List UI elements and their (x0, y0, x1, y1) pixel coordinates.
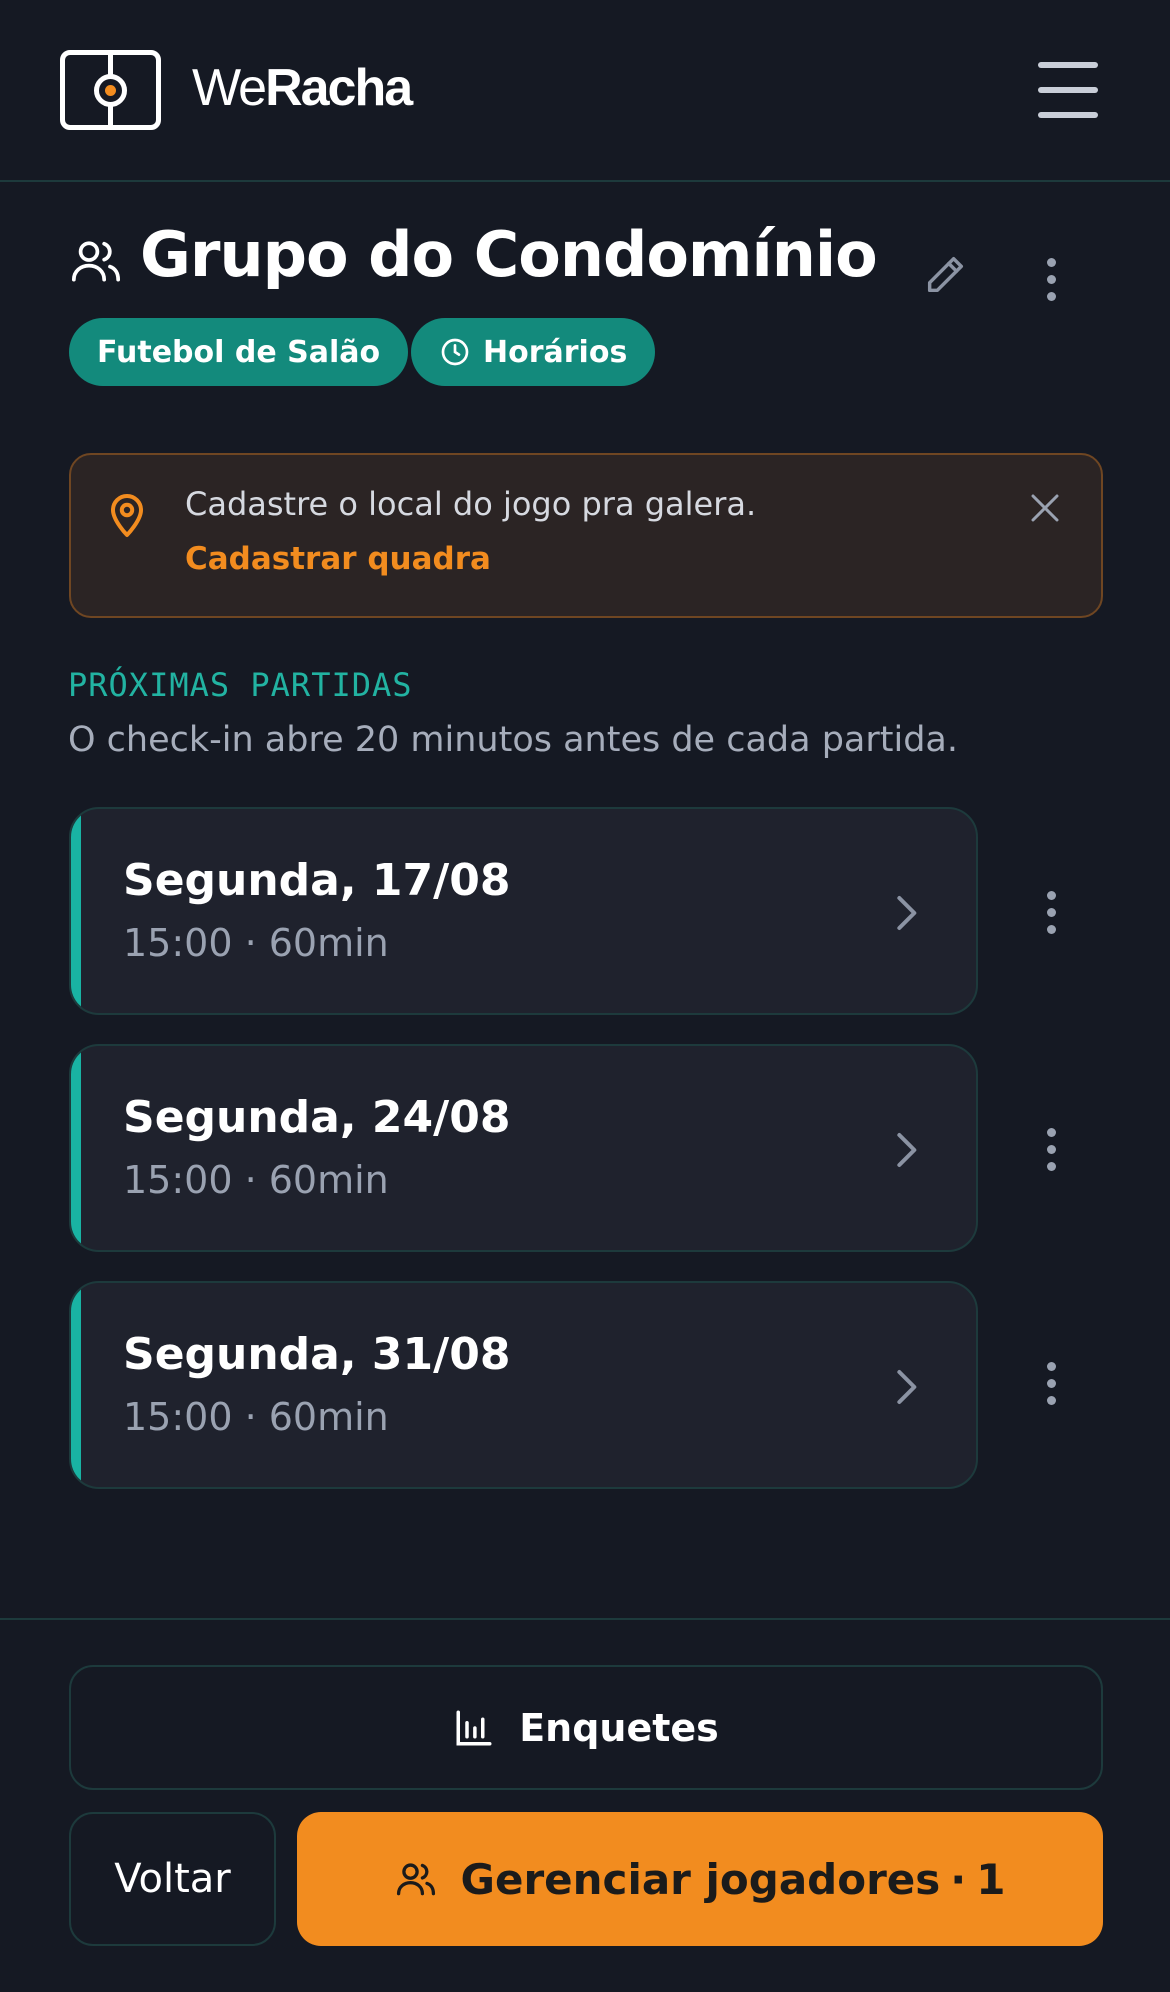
chevron-right-icon (897, 896, 917, 930)
manage-label: Gerenciar jogadores (460, 1854, 941, 1904)
chevron-right-icon (897, 1370, 917, 1404)
match-card[interactable]: Segunda, 31/08 15:00 · 60min (69, 1281, 978, 1489)
footer-divider (0, 1618, 1170, 1620)
polls-label: Enquetes (519, 1705, 719, 1750)
bar-chart-icon (456, 1710, 492, 1745)
match-date: Segunda, 31/08 (123, 1329, 511, 1380)
manage-count: 1 (976, 1854, 1006, 1904)
users-icon (397, 1863, 436, 1896)
section-subtitle: O check-in abre 20 minutos antes de cada… (68, 720, 958, 760)
match-accent (71, 1046, 81, 1250)
pencil-icon[interactable] (922, 252, 968, 298)
page-title: Grupo do Condomínio (140, 218, 878, 291)
match-more-icon[interactable] (1045, 1126, 1057, 1174)
polls-button[interactable]: Enquetes (69, 1665, 1103, 1790)
match-card[interactable]: Segunda, 24/08 15:00 · 60min (69, 1044, 978, 1252)
match-date: Segunda, 24/08 (123, 1092, 511, 1143)
brand-name[interactable]: WeRacha (192, 58, 413, 118)
hamburger-icon[interactable] (1038, 62, 1098, 118)
match-accent (71, 1283, 81, 1487)
manage-separator: · (950, 1854, 967, 1904)
alert-message: Cadastre o local do jogo pra galera. (185, 485, 757, 523)
register-court-link[interactable]: Cadastrar quadra (185, 541, 491, 577)
chip-schedule[interactable]: Horários (411, 318, 656, 386)
location-alert: Cadastre o local do jogo pra galera. Cad… (69, 453, 1103, 618)
close-icon[interactable] (1027, 490, 1063, 526)
match-date: Segunda, 17/08 (123, 855, 511, 906)
match-time: 15:00 · 60min (123, 1158, 389, 1202)
chip-sport[interactable]: Futebol de Salão (69, 318, 409, 386)
match-more-icon[interactable] (1045, 889, 1057, 937)
chip-schedule-label: Horários (483, 334, 628, 370)
group-more-icon[interactable] (1045, 256, 1057, 304)
match-time: 15:00 · 60min (123, 1395, 389, 1439)
app-header: WeRacha (0, 0, 1170, 182)
match-card[interactable]: Segunda, 17/08 15:00 · 60min (69, 807, 978, 1015)
chevron-right-icon (897, 1133, 917, 1167)
chip-sport-label: Futebol de Salão (97, 334, 381, 370)
back-button[interactable]: Voltar (69, 1812, 276, 1946)
map-pin-icon (111, 494, 143, 537)
match-time: 15:00 · 60min (123, 921, 389, 965)
back-label: Voltar (114, 1856, 231, 1902)
manage-players-button[interactable]: Gerenciar jogadores · 1 (297, 1812, 1103, 1946)
brand-prefix: We (192, 59, 267, 117)
brand-suffix: Racha (265, 59, 413, 117)
match-more-icon[interactable] (1045, 1360, 1057, 1408)
users-icon (71, 241, 121, 282)
logo-icon[interactable] (60, 50, 161, 130)
match-accent (71, 809, 81, 1013)
section-label: PRÓXIMAS PARTIDAS (68, 666, 413, 704)
clock-icon (441, 338, 469, 366)
